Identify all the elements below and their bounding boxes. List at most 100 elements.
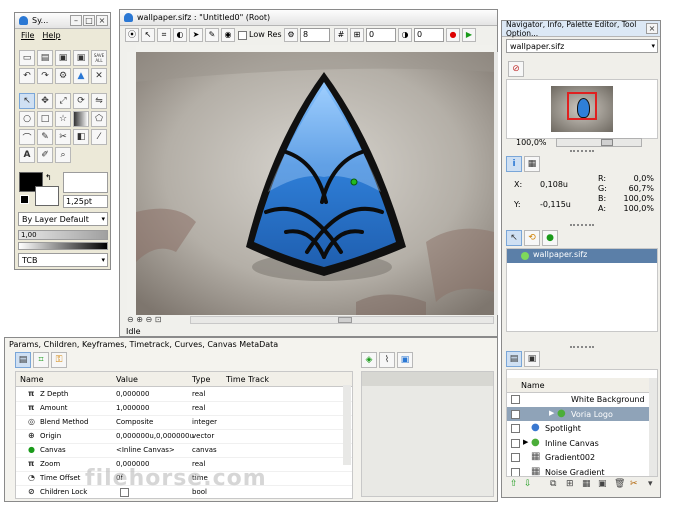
brush-size-field[interactable]: 1,25pt — [63, 195, 108, 208]
canvas-viewport[interactable] — [136, 52, 494, 315]
canvas-vertical-scrollbar[interactable] — [494, 52, 498, 315]
onion-future-field[interactable]: 0 — [414, 28, 444, 42]
redo-button[interactable]: ↷ — [37, 68, 53, 84]
blend-mode-select[interactable]: By Layer Default ▾ — [18, 212, 108, 226]
selection-tool-button[interactable]: ➤ — [189, 28, 203, 42]
rotate-tool-icon[interactable]: ⟳ — [73, 93, 89, 109]
navigator-tab-icon[interactable]: ⊘ — [508, 61, 524, 77]
layer-visibility-checkbox[interactable] — [511, 424, 520, 433]
duplicate-layer-icon[interactable]: ⧉ — [550, 479, 556, 489]
sketch-tool-icon[interactable]: ✐ — [37, 147, 53, 163]
opacity-slider[interactable]: 1,00 — [18, 230, 108, 240]
eyedrop-tool-icon[interactable]: ⁄ — [91, 129, 107, 145]
layers-scrollbar[interactable] — [649, 378, 657, 476]
navigator-view-rect[interactable] — [567, 92, 597, 120]
save-as-button[interactable]: ▣ — [73, 50, 89, 66]
canvas-browser-item[interactable]: wallpaper.sifz — [507, 249, 657, 263]
params-tab-icon[interactable]: ▤ — [15, 352, 31, 368]
menu-file[interactable]: File — [21, 31, 34, 40]
more-actions-icon[interactable]: ▾ — [648, 479, 653, 489]
rectangle-tool-icon[interactable]: □ — [37, 111, 53, 127]
param-row[interactable]: π Z Depth 0,000000 real — [16, 387, 352, 402]
edit-tool-button[interactable]: ✎ — [205, 28, 219, 42]
layer-row[interactable]: ▦ Gradient002 — [507, 450, 651, 464]
low-res-checkbox[interactable] — [238, 31, 247, 40]
layer-row[interactable]: ● Spotlight — [507, 421, 651, 435]
param-value[interactable]: Composite — [116, 418, 153, 426]
encapsulate-layer-icon[interactable]: ⊞ — [566, 479, 574, 489]
fill-color-swatch[interactable] — [35, 186, 59, 206]
expand-arrow-icon[interactable]: ▶ — [523, 438, 528, 446]
col-value[interactable]: Value — [116, 375, 138, 384]
zoom-tool-icon[interactable]: ⌕ — [55, 147, 71, 163]
onion-past-field[interactable]: 0 — [366, 28, 396, 42]
layer-visibility-checkbox[interactable] — [511, 409, 520, 419]
mirror-tool-icon[interactable]: ⇋ — [91, 93, 107, 109]
resize-grip[interactable] — [570, 150, 594, 154]
open-file-button[interactable]: ▤ — [37, 50, 53, 66]
sets-tab-icon[interactable]: ▣ — [524, 351, 540, 367]
star-tool-icon[interactable]: ☆ — [55, 111, 71, 127]
show-grid-button[interactable]: # — [334, 28, 348, 42]
layer-visibility-checkbox[interactable] — [511, 453, 520, 462]
layer-row[interactable]: ▶ ● Voria Logo — [507, 406, 651, 421]
keyframes-tab-icon[interactable]: ⚿ — [51, 352, 67, 368]
fill-preview[interactable] — [63, 172, 108, 193]
navigator-zoom-slider[interactable] — [556, 138, 642, 147]
interpolation-select[interactable]: TCB ▾ — [18, 253, 108, 267]
params-scrollbar[interactable] — [343, 385, 351, 465]
refresh-button[interactable]: ◉ — [221, 28, 235, 42]
snap-grid-button[interactable]: ⊞ — [350, 28, 364, 42]
cutout-tool-icon[interactable]: ✂ — [55, 129, 71, 145]
gradient-preview[interactable] — [18, 242, 108, 250]
canvas-browser-tab-icon[interactable]: ↖ — [506, 230, 522, 246]
text-tool-icon[interactable]: A — [19, 147, 35, 163]
close-document-button[interactable]: ✕ — [91, 68, 107, 84]
raise-layer-icon[interactable]: ⇧ — [510, 479, 518, 489]
resize-grip[interactable] — [570, 224, 594, 228]
layer-visibility-checkbox[interactable] — [511, 438, 520, 448]
save-button[interactable]: ▣ — [55, 50, 71, 66]
quality-field[interactable]: 8 — [300, 28, 330, 42]
param-value[interactable]: 1,000000 — [116, 404, 149, 412]
group-layer-icon[interactable]: ▦ — [582, 479, 591, 489]
canvas-zoom-controls[interactable]: ⊖ ⊕ ⊖ ⊡ — [127, 315, 187, 325]
scale-tool-icon[interactable]: ⤢ — [55, 93, 71, 109]
layer-row[interactable]: ▭ White Background — [507, 392, 651, 406]
about-button[interactable]: ▲ — [73, 68, 89, 84]
library-tab-icon[interactable]: ● — [542, 230, 558, 246]
param-row[interactable]: ⊕ Origin 0,000000u,0,000000u vector — [16, 429, 352, 444]
palette-tab-icon[interactable]: ▦ — [524, 156, 540, 172]
setup-button[interactable]: ⚙ — [55, 68, 71, 84]
undo-button[interactable]: ↶ — [19, 68, 35, 84]
amount-layer-icon[interactable]: ▣ — [598, 479, 607, 489]
preview-button[interactable]: ↖ — [141, 28, 155, 42]
smooth-move-tool-icon[interactable]: ✥ — [37, 93, 53, 109]
navigator-preview[interactable] — [506, 79, 658, 139]
param-value[interactable]: <Inline Canvas> — [116, 446, 175, 454]
menu-help[interactable]: Help — [42, 31, 60, 40]
canvas-titlebar[interactable]: wallpaper.sifz : "Untitled0" (Root) — [120, 10, 497, 26]
spline-tool-icon[interactable]: ⌒ — [19, 129, 35, 145]
param-row[interactable]: ◎ Blend Method Composite integer — [16, 415, 352, 430]
record-button[interactable]: ● — [446, 28, 460, 42]
toolbox-titlebar[interactable]: Sy... – □ × — [15, 13, 110, 29]
param-value[interactable]: 0,000000u,0,000000u — [116, 432, 194, 440]
col-type[interactable]: Type — [192, 375, 210, 384]
cut-layer-icon[interactable]: ✂ — [630, 479, 638, 489]
children-tab-icon[interactable]: ⌗ — [33, 352, 49, 368]
dock-titlebar[interactable]: Navigator, Info, Palette Editor, Tool Op… — [502, 20, 660, 38]
close-button[interactable]: × — [96, 15, 108, 26]
zoom-slider-thumb[interactable] — [601, 139, 613, 146]
layers-tab-icon[interactable]: ▤ — [506, 351, 522, 367]
info-tab-icon[interactable]: i — [506, 156, 522, 172]
save-all-button[interactable]: SAVE ALL — [91, 50, 107, 66]
col-name[interactable]: Name — [20, 375, 44, 384]
navigator-file-select[interactable]: wallpaper.sifz ▾ — [506, 39, 658, 53]
gradient-tool-icon[interactable] — [73, 111, 89, 127]
lower-layer-icon[interactable]: ⇩ — [524, 479, 532, 489]
minimize-button[interactable]: – — [70, 15, 82, 26]
canvas-horizontal-scrollbar[interactable] — [190, 316, 494, 324]
layer-visibility-checkbox[interactable] — [511, 467, 520, 476]
toggle-ducks-button[interactable]: ⌗ — [157, 28, 171, 42]
